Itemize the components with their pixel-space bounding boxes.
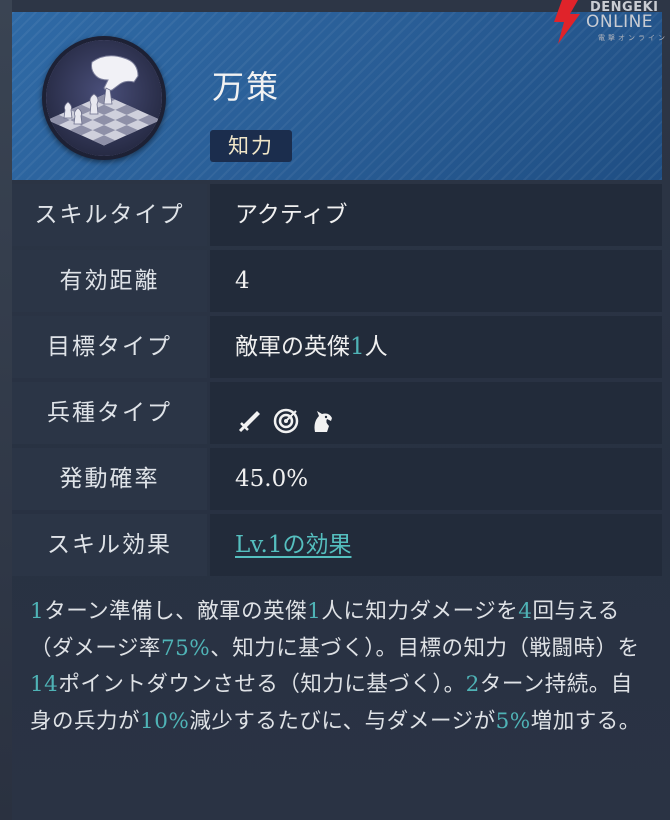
row-value: Lv.1の効果 — [210, 514, 662, 576]
row-range: 有効距離 4 — [12, 250, 662, 312]
row-value — [210, 382, 662, 444]
attribute-tag: 知力 — [210, 130, 292, 162]
target-count: 1 — [350, 334, 365, 360]
row-skill-effect: スキル効果 Lv.1の効果 — [12, 514, 662, 576]
desc-seg: 人に知力ダメージを — [321, 599, 519, 624]
skill-card: 万策 知力 DENGEKI ONLINE 電撃オンライン スキルタイプ アクティ… — [0, 0, 670, 820]
row-label: 兵種タイプ — [12, 382, 207, 444]
row-label: 目標タイプ — [12, 316, 207, 378]
skill-name: 万策 — [212, 68, 281, 106]
row-value: 4 — [210, 250, 662, 312]
row-value: 敵軍の英傑1人 — [210, 316, 662, 378]
desc-seg: ターン準備し、敵軍の英傑 — [44, 599, 308, 624]
desc-seg: 増加する。 — [530, 708, 641, 734]
desc-seg: 2 — [465, 672, 480, 697]
sword-icon — [235, 398, 265, 433]
lightning-icon — [554, 0, 580, 44]
horse-icon — [307, 398, 337, 432]
target-text: 敵軍の英傑 — [235, 334, 350, 360]
skill-icon — [42, 36, 166, 160]
desc-seg: 5% — [495, 708, 531, 734]
desc-seg: 14 — [30, 672, 59, 697]
row-skill-type: スキルタイプ アクティブ — [12, 184, 662, 246]
desc-seg: 1 — [307, 599, 322, 624]
desc-seg: 10% — [140, 708, 190, 734]
desc-seg: 減少するたびに、与ダメージが — [189, 708, 496, 734]
target-unit: 人 — [364, 334, 388, 360]
skill-description: 1ターン準備し、敵軍の英傑1人に知力ダメージを4回与える（ダメージ率75%、知力… — [30, 594, 645, 740]
card-edge — [0, 0, 12, 820]
row-label: スキルタイプ — [12, 184, 207, 246]
desc-seg: 4 — [518, 599, 533, 624]
row-target-type: 目標タイプ 敵軍の英傑1人 — [12, 316, 662, 378]
skill-effect-link[interactable]: Lv.1の効果 — [235, 532, 351, 558]
row-label: 発動確率 — [12, 448, 207, 510]
desc-seg: ポイントダウンさせる（知力に基づく）。 — [58, 672, 466, 697]
archery-target-icon — [271, 398, 301, 434]
row-activation-rate: 発動確率 45.0% — [12, 448, 662, 510]
row-value: アクティブ — [210, 184, 662, 246]
row-unit-type: 兵種タイプ — [12, 382, 662, 444]
logo-text-sub: 電撃オンライン — [598, 34, 668, 42]
row-label: 有効距離 — [12, 250, 207, 312]
chess-hand-icon — [46, 40, 162, 156]
logo-text-main: ONLINE — [586, 12, 654, 32]
skill-info-table: スキルタイプ アクティブ 有効距離 4 目標タイプ 敵軍の英傑1人 兵種タイプ — [12, 184, 662, 580]
row-value: 45.0% — [210, 448, 662, 510]
desc-seg: 75% — [160, 635, 211, 661]
desc-seg: 1 — [30, 599, 45, 624]
dengeki-online-logo: DENGEKI ONLINE 電撃オンライン — [548, 0, 670, 44]
row-label: スキル効果 — [12, 514, 207, 576]
desc-seg: 、知力に基づく）。目標の知力（戦闘時）を — [210, 635, 640, 661]
